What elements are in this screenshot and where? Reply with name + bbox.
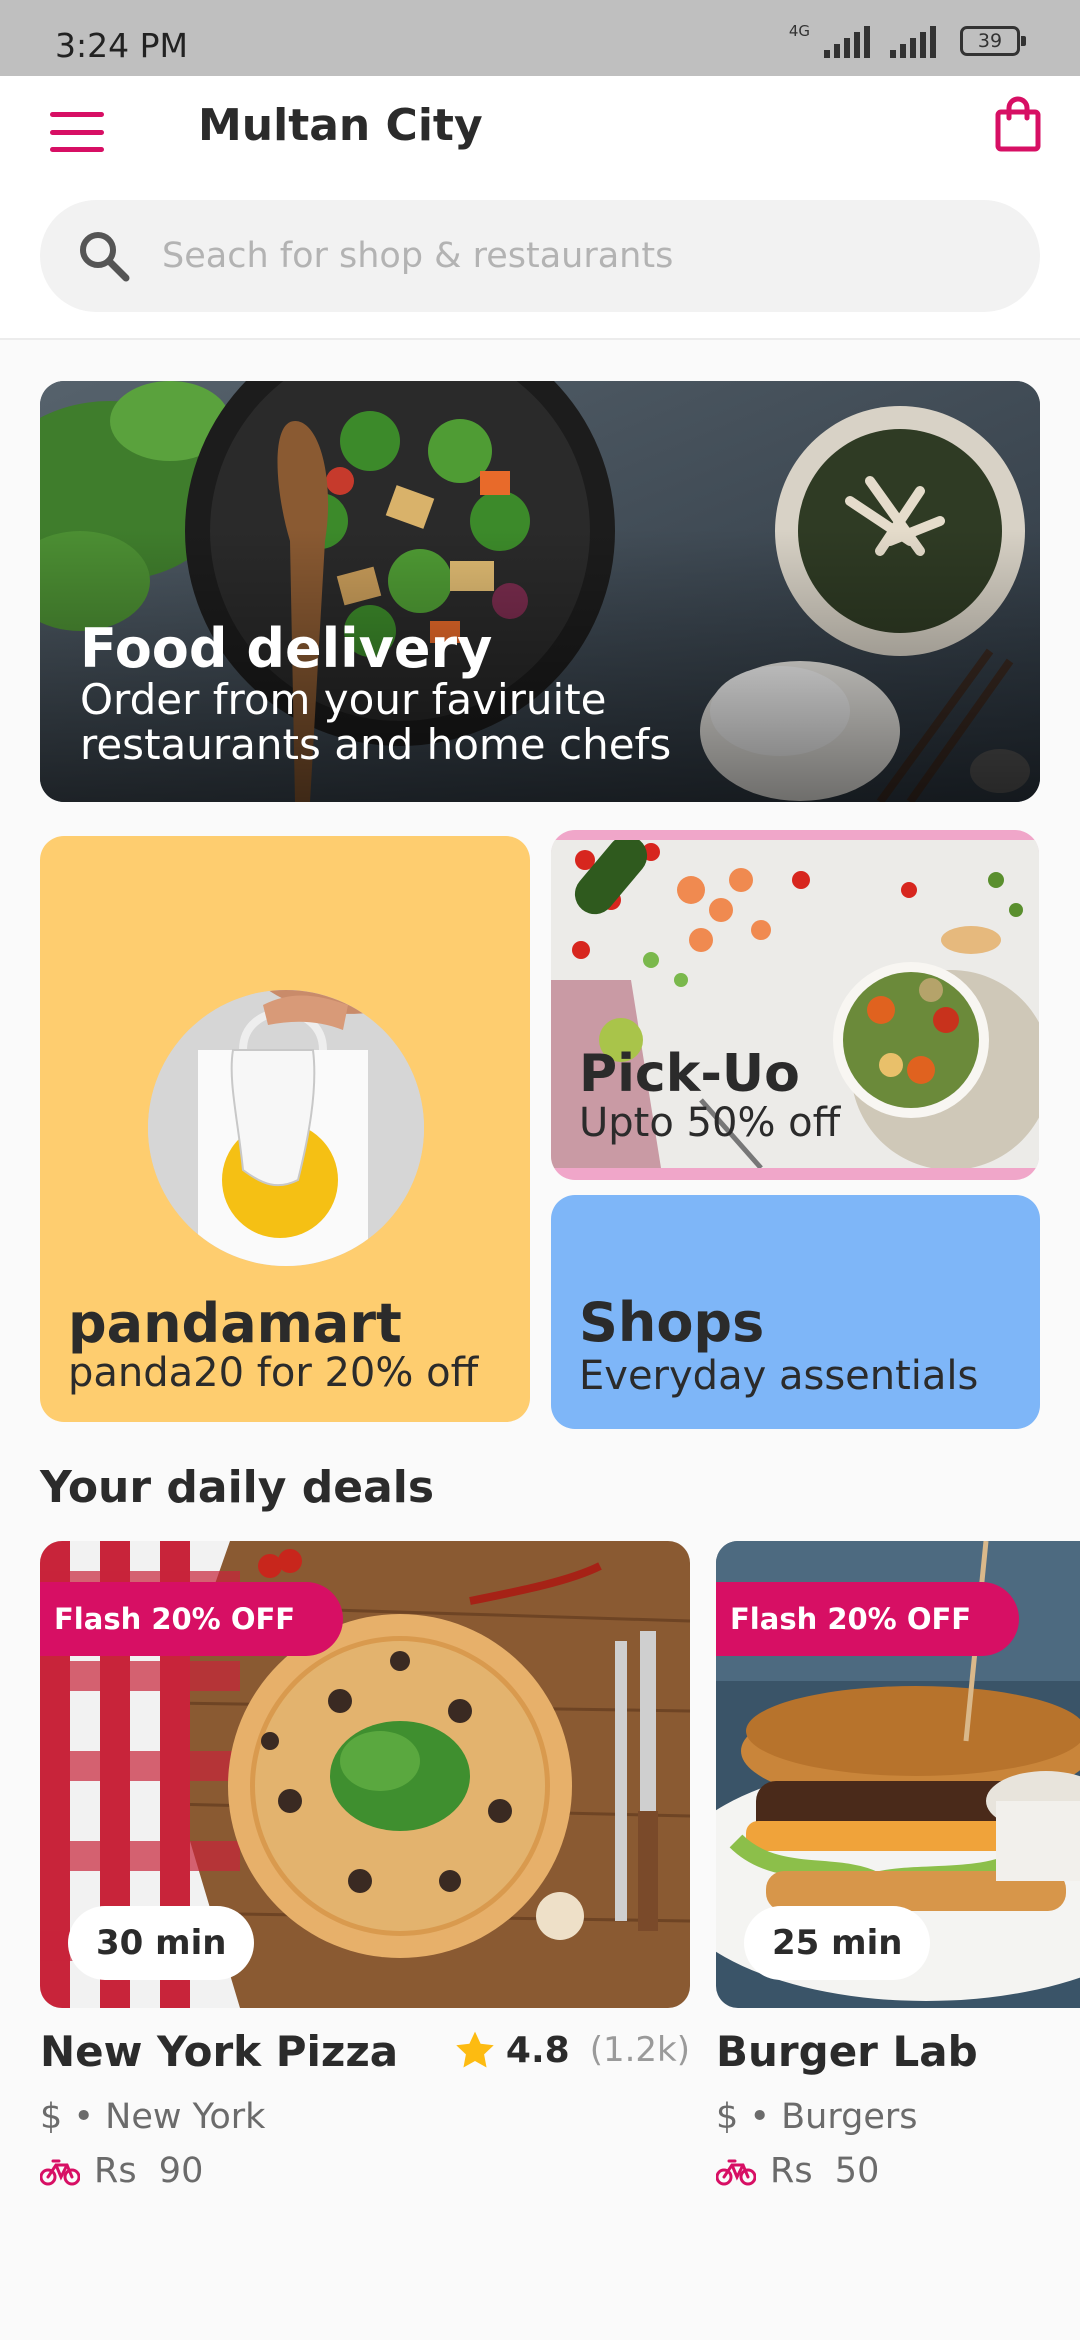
food-delivery-banner[interactable]: Food delivery Order from your faviruite … [40,381,1040,802]
rating-count: (1.2k) [589,2030,690,2070]
search-bar[interactable] [40,200,1040,312]
banner-title: Food delivery [80,617,493,680]
location-title[interactable]: Multan City [198,100,483,151]
status-bar: 3:24 PM 4G 39 [0,0,1080,76]
delivery-fee: Rs 90 [40,2151,203,2191]
shops-tile[interactable]: Shops Everyday assentials [551,1195,1040,1429]
flash-deal-badge: Flash 20% OFF [40,1582,344,1656]
delivery-fee-text: Rs 50 [770,2151,880,2191]
menu-icon[interactable] [50,112,104,152]
restaurant-name: Burger Lab [716,2027,978,2076]
shops-subtitle: Everyday assentials [579,1353,979,1399]
restaurant-name: New York Pizza [40,2027,399,2076]
pickup-subtitle: Upto 50% off [579,1100,841,1146]
pandamart-subtitle: panda20 for 20% off [68,1350,479,1396]
daily-deals-title: Your daily deals [40,1462,435,1513]
pickup-tile[interactable]: Pick-Uo Upto 50% off [551,830,1039,1180]
delivery-fee: Rs 50 [716,2151,879,2191]
star-icon [456,2031,494,2068]
bicycle-icon [716,2159,756,2186]
shops-title: Shops [579,1291,765,1354]
app-header: Multan City [0,76,1080,340]
banner-subtitle: Order from your faviruite restaurants an… [80,675,672,769]
network-type: 4G [788,22,810,40]
restaurant-meta: $ • New York [40,2097,266,2137]
search-input[interactable] [162,200,1002,312]
shopping-bag-icon[interactable] [994,96,1042,152]
bicycle-icon [40,2159,80,2186]
pandamart-title: pandamart [68,1292,402,1355]
restaurant-meta: $ • Burgers [716,2097,918,2137]
delivery-fee-text: Rs 90 [94,2151,204,2191]
search-icon [80,232,130,282]
restaurant-rating: 4.8 (1.2k) [454,2029,690,2071]
delivery-time-badge: 25 min [744,1906,931,1980]
status-icons: 4G 39 [788,22,1026,58]
delivery-time-badge: 30 min [68,1906,255,1980]
pandamart-image [148,990,424,1266]
rating-value: 4.8 [505,2029,570,2071]
signal-icon [824,24,870,58]
signal-icon-2 [890,24,936,58]
battery-icon: 39 [960,26,1026,56]
pickup-title: Pick-Uo [579,1044,800,1104]
flash-deal-badge: Flash 20% OFF [716,1582,1020,1656]
pandamart-tile[interactable]: pandamart panda20 for 20% off [40,836,530,1422]
status-time: 3:24 PM [55,26,188,65]
